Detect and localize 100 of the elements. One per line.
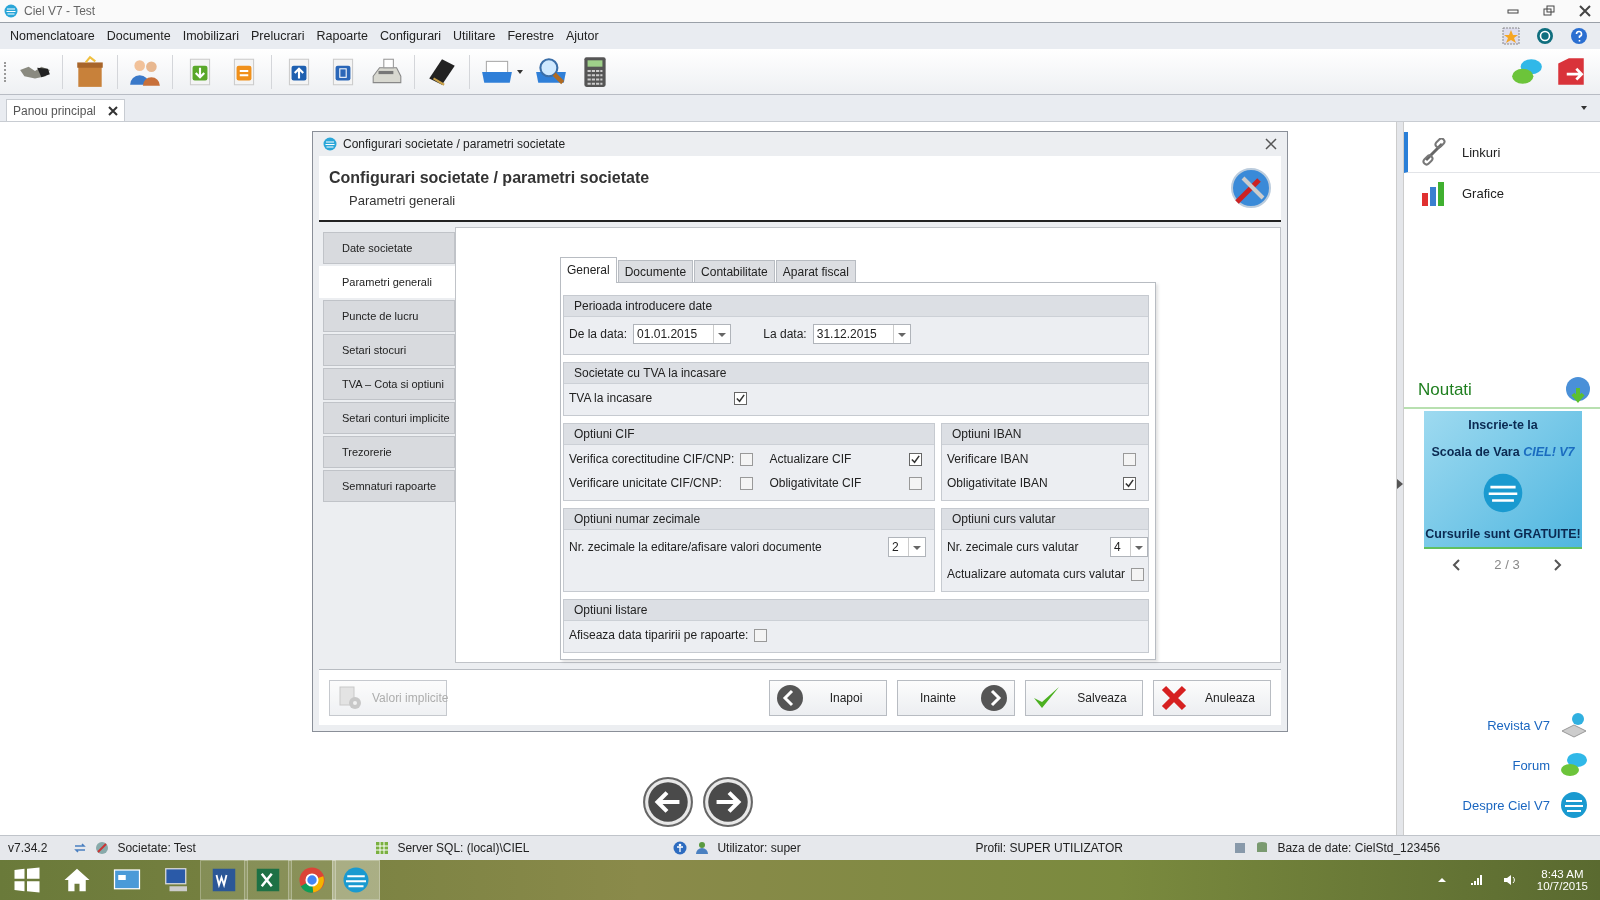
expand-arrow-icon[interactable] <box>1397 478 1403 489</box>
group-title: Optiuni IBAN <box>942 424 1148 445</box>
document-tab[interactable]: Panou principal <box>6 99 125 121</box>
nav-item[interactable]: Semnaturi rapoarte <box>323 470 455 502</box>
server-text: Server SQL: (local)\CIEL <box>397 841 531 855</box>
chat-icon <box>1560 751 1588 779</box>
app-logo-icon <box>323 137 337 151</box>
group-title: Optiuni CIF <box>564 424 934 445</box>
checkbox[interactable] <box>1131 567 1145 581</box>
refresh-icon[interactable] <box>1536 27 1554 45</box>
tools-globe-icon <box>1229 166 1273 210</box>
link[interactable]: Forum <box>1512 757 1550 773</box>
checkbox[interactable] <box>740 452 754 466</box>
menu-item[interactable]: Configurari <box>373 29 448 43</box>
user-icon <box>695 841 710 855</box>
caret-icon[interactable] <box>516 67 524 76</box>
field-label: Nr. zecimale la editare/afisare valori documente <box>569 540 822 554</box>
signal-icon[interactable] <box>1468 873 1483 887</box>
menu-item[interactable]: Nomenclatoare <box>4 29 101 43</box>
checkbox-label: Afiseaza data tiparirii pe rapoarte: <box>569 628 749 642</box>
nav-item[interactable]: Date societate <box>323 232 455 264</box>
sync-icon[interactable] <box>73 841 88 855</box>
tab[interactable]: General <box>560 257 617 283</box>
nav-item[interactable]: Setari conturi implicite <box>323 402 455 434</box>
clock-time[interactable]: 8:43 AM <box>1541 868 1584 880</box>
link[interactable]: Despre Ciel V7 <box>1462 797 1550 813</box>
checkbox[interactable] <box>909 452 922 466</box>
menu-item[interactable]: Rapoarte <box>310 29 374 43</box>
close-icon[interactable] <box>1578 4 1592 18</box>
promo-banner[interactable]: Inscrie-te la Scoala de Vara CIEL! V7 Cursurile sunt GRATUITE! <box>1424 411 1582 549</box>
app-logo-icon <box>4 4 18 18</box>
tab[interactable]: Contabilitate <box>694 260 775 282</box>
windows-start-icon[interactable] <box>12 865 42 895</box>
group-title: Societate cu TVA la incasare <box>564 363 1148 384</box>
profile-text: Profil: SUPER UTILIZATOR <box>975 841 1124 855</box>
tab[interactable]: Aparat fiscal <box>775 260 856 282</box>
checkbox-label: Verificare unicitate CIF/CNP: <box>569 476 722 490</box>
checkbox[interactable] <box>1123 452 1136 466</box>
app-logo-icon[interactable] <box>332 860 380 900</box>
company-text: Societate: Test <box>117 841 197 855</box>
charts-item[interactable]: Grafice <box>1404 173 1600 213</box>
menu-item[interactable]: Ajutor <box>559 29 605 43</box>
accessibility-icon <box>673 841 688 855</box>
checkbox[interactable] <box>740 476 754 490</box>
cancel-button[interactable]: Anuleaza <box>1153 679 1271 716</box>
checkbox-label: Verifica corectitudine CIF/CNP: <box>569 452 735 466</box>
checkbox-label: Obligativitate CIF <box>769 476 862 490</box>
field-label: La data: <box>763 327 807 341</box>
help-icon[interactable] <box>1570 27 1588 45</box>
checkbox[interactable] <box>909 476 922 490</box>
group-title: Perioada introducere date <box>564 296 1148 317</box>
restore-icon[interactable] <box>1542 4 1556 18</box>
link[interactable]: Revista V7 <box>1487 717 1550 733</box>
star-grid-icon[interactable] <box>1502 27 1520 45</box>
nav-item[interactable]: Trezorerie <box>323 436 455 468</box>
dialog-heading: Configurari societate / parametri societate <box>329 168 651 187</box>
next-button[interactable]: Inainte <box>897 679 1015 716</box>
group-title: Optiuni numar zecimale <box>564 509 934 530</box>
window-title: Ciel V7 - Test <box>24 4 96 18</box>
version-text: v7.34.2 <box>8 841 48 855</box>
close-icon[interactable] <box>1265 138 1277 150</box>
group-title: Optiuni listare <box>564 600 1148 621</box>
checkbox-label: Verificare IBAN <box>947 452 1029 466</box>
nav-item[interactable]: Setari stocuri <box>323 334 455 366</box>
news-title: Noutati <box>1418 380 1472 400</box>
dialog-subheading: Parametri generali <box>348 192 457 208</box>
close-icon[interactable] <box>107 105 118 116</box>
spreadsheet-icon <box>375 841 390 855</box>
number-dropdown[interactable]: 2 <box>888 537 926 557</box>
database-text: Baza de date: CielStd_123456 <box>1277 841 1441 855</box>
nav-item[interactable]: Parametri generali <box>319 266 455 298</box>
checkbox-label: Actualizare automata curs valutar <box>947 567 1126 581</box>
cross-icon <box>1160 683 1188 712</box>
globe-download-icon[interactable] <box>1564 376 1592 404</box>
link-icon <box>1420 138 1448 166</box>
checkbox-label: TVA la incasare <box>569 391 653 405</box>
date-field[interactable]: 01.01.2015 <box>633 324 732 344</box>
date-field[interactable]: 31.12.2015 <box>812 324 911 344</box>
group-title: Optiuni curs valutar <box>942 509 1148 530</box>
volume-icon[interactable] <box>1502 873 1517 887</box>
checkbox-label: Actualizare CIF <box>769 452 852 466</box>
clock-date[interactable]: 10/7/2015 <box>1536 880 1588 892</box>
user-text: Utilizator: super <box>717 841 802 855</box>
checkbox[interactable] <box>1123 476 1136 490</box>
menu-item[interactable]: Imobilizari <box>176 29 245 43</box>
menu-item[interactable]: Utilitare <box>447 29 502 43</box>
menu-item[interactable]: Prelucrari <box>244 29 311 43</box>
checkbox[interactable] <box>734 391 748 405</box>
checkbox[interactable] <box>754 628 768 642</box>
nav-item[interactable]: TVA – Cota si optiuni <box>323 368 455 400</box>
number-dropdown[interactable]: 4 <box>1110 537 1149 557</box>
tab[interactable]: Documente <box>617 260 694 282</box>
dropdown-icon[interactable] <box>1580 104 1588 112</box>
menu-item[interactable]: Documente <box>100 29 177 43</box>
save-button[interactable]: Salveaza <box>1025 679 1143 716</box>
links-item[interactable]: Linkuri <box>1404 132 1600 173</box>
field-label: De la data: <box>569 327 628 341</box>
menu-item[interactable]: Ferestre <box>501 29 560 43</box>
nav-item[interactable]: Puncte de lucru <box>323 300 455 332</box>
back-button[interactable]: Inapoi <box>769 679 887 716</box>
